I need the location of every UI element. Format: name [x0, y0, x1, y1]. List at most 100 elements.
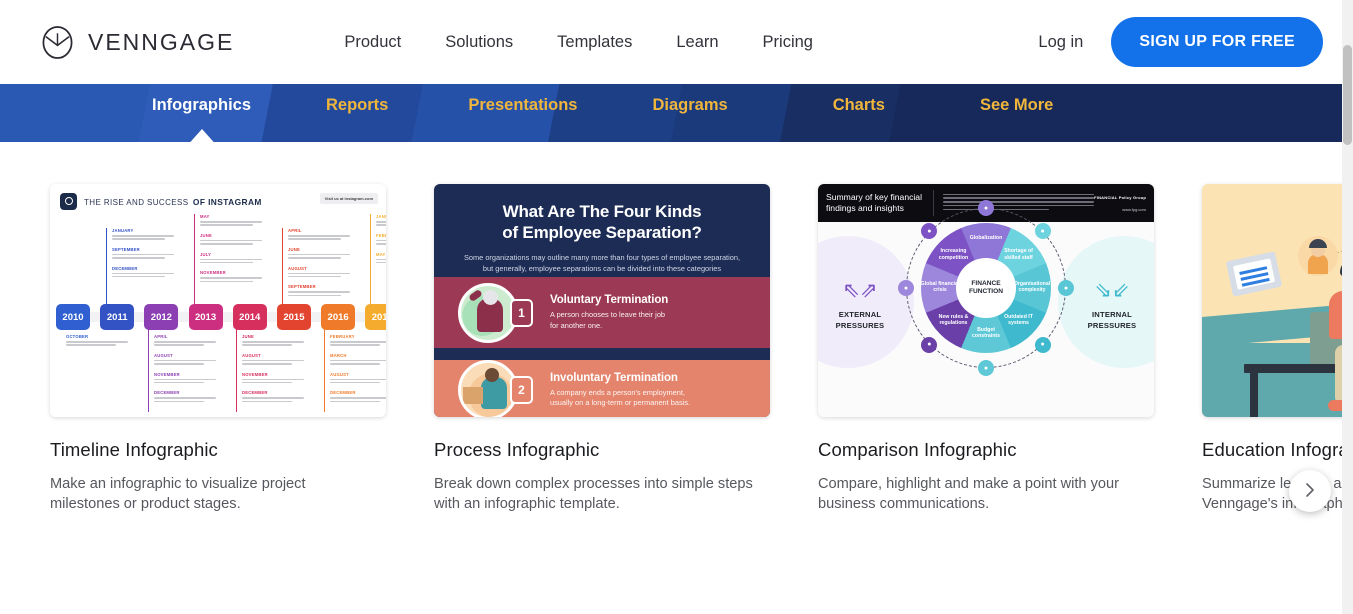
timeline-month-label: MAY — [376, 251, 386, 257]
comparison-logo-url: www.fpg.com — [1122, 206, 1146, 212]
timeline-below-2014: JUNE AUGUST NOVEMBER DECEMBER — [236, 312, 304, 412]
message-envelope-icon — [1225, 251, 1283, 297]
timeline-month-label: DECEMBER — [330, 390, 356, 396]
card-title-process: Process Infographic — [434, 439, 600, 460]
process-step-1-number: 1 — [510, 298, 533, 327]
external-pressures-group: ⇖⇗ EXTERNAL PRESSURES — [818, 279, 906, 331]
category-tab-reports-label: Reports — [326, 96, 389, 114]
template-thumbnail-comparison[interactable]: Summary of key financial findings and in… — [818, 184, 1154, 417]
timeline-month-label: DECEMBER — [242, 390, 268, 396]
expand-arrows-icon: ⇖⇗ — [842, 279, 878, 302]
category-tab-reports[interactable]: Reports — [326, 96, 388, 115]
card-title-comparison: Comparison Infographic — [818, 439, 1017, 460]
category-tab-see-more[interactable]: See More — [980, 96, 1053, 115]
process-title-line2: of Employee Separation? — [502, 223, 702, 242]
comparison-header-text: Summary of key financial findings and in… — [826, 192, 924, 214]
process-step-2: 2 Involuntary Termination A company ends… — [434, 360, 770, 417]
process-subtitle-line1: Some organizations may outline many more… — [463, 253, 741, 262]
wheel-node-icon: ● — [978, 200, 994, 216]
process-step-1-line1: A person chooses to leave their job — [550, 310, 666, 319]
timeline-year-2017: 2017 — [365, 304, 386, 330]
wheel-node-icon: ● — [1034, 336, 1051, 353]
template-card-comparison[interactable]: Summary of key financial findings and in… — [818, 184, 1154, 514]
carousel-next-button[interactable] — [1289, 470, 1331, 512]
avatar-left-icon — [1298, 236, 1338, 276]
page-scrollbar-thumb[interactable] — [1343, 45, 1352, 145]
card-description-timeline: Make an infographic to visualize project… — [50, 476, 306, 512]
template-carousel-section: THE RISE AND SUCCESS OF INSTAGRAM Visit … — [0, 142, 1353, 514]
template-card-timeline[interactable]: THE RISE AND SUCCESS OF INSTAGRAM Visit … — [50, 184, 386, 514]
category-tab-diagrams-label: Diagrams — [652, 96, 728, 114]
page-scrollbar[interactable] — [1342, 0, 1353, 614]
timeline-below-2010: OCTOBER — [66, 334, 128, 353]
nav-item-learn[interactable]: Learn — [676, 33, 718, 52]
template-card-education[interactable]: ! — [1202, 184, 1353, 514]
process-step-1-heading: Voluntary Termination — [550, 294, 669, 306]
timeline-month-label: JANUARY — [112, 228, 134, 233]
timeline-below-2016: FEBRUARY MARCH AUGUST DECEMBER — [324, 312, 386, 412]
template-card-row: THE RISE AND SUCCESS OF INSTAGRAM Visit … — [50, 142, 1353, 514]
category-tab-diagrams[interactable]: Diagrams — [652, 96, 727, 115]
timeline-heading: THE RISE AND SUCCESS OF INSTAGRAM — [60, 192, 262, 210]
timeline-month-label: JUNE — [200, 232, 212, 238]
nav-item-solutions[interactable]: Solutions — [445, 33, 513, 52]
nav-item-pricing[interactable]: Pricing — [763, 33, 813, 52]
external-pressures-label: EXTERNAL PRESSURES — [835, 310, 885, 330]
wheel-segment-label: Increasing competition — [938, 248, 969, 261]
comparison-header-line1: Summary of key financial — [826, 192, 922, 202]
brand-logo[interactable]: VENNGAGE — [40, 25, 234, 60]
signup-button[interactable]: SIGN UP FOR FREE — [1111, 17, 1323, 67]
process-infographic-preview: What Are The Four Kinds of Employee Sepa… — [434, 184, 770, 417]
wheel-segment-label: Shortage of skilled staff — [1004, 248, 1033, 261]
category-tab-charts[interactable]: Charts — [833, 96, 885, 115]
category-tab-charts-label: Charts — [832, 96, 885, 114]
card-description-comparison: Compare, highlight and make a point with… — [818, 476, 1119, 512]
comparison-header-divider — [933, 190, 934, 216]
process-step-2-number: 2 — [510, 376, 533, 404]
timeline-above-2015: APRIL JUNE AUGUST SEPTEMBER — [282, 228, 350, 320]
process-title: What Are The Four Kinds of Employee Sepa… — [434, 184, 770, 243]
wheel-node-icon: ● — [978, 360, 994, 376]
site-header: VENNGAGE Product Solutions Templates Lea… — [0, 0, 1353, 84]
timeline-month-label: MAY — [200, 214, 210, 219]
timeline-month-label: NOVEMBER — [154, 371, 180, 377]
venngage-circle-mark-icon — [40, 25, 75, 60]
timeline-month-label: AUGUST — [288, 265, 307, 271]
category-tab-presentations-label: Presentations — [468, 96, 578, 114]
primary-navigation: Product Solutions Templates Learn Pricin… — [344, 33, 813, 52]
card-title-timeline: Timeline Infographic — [50, 439, 218, 460]
timeline-heading-line1: THE RISE AND SUCCESS — [84, 198, 189, 207]
timeline-above-2017: JANUARY FEBRUARY MAY — [370, 214, 386, 306]
timeline-month-label: AUGUST — [154, 352, 173, 358]
timeline-infographic-preview: THE RISE AND SUCCESS OF INSTAGRAM Visit … — [50, 184, 386, 417]
category-tab-see-more-label: See More — [979, 96, 1054, 114]
process-title-line1: What Are The Four Kinds — [502, 202, 702, 221]
timeline-above-2013: MAY JUNE JULY NOVEMBER — [194, 214, 262, 306]
template-thumbnail-process[interactable]: What Are The Four Kinds of Employee Sepa… — [434, 184, 770, 417]
instagram-icon — [60, 192, 77, 210]
timeline-badge: Visit us at instagram.com — [319, 193, 378, 204]
category-tab-presentations[interactable]: Presentations — [468, 96, 577, 115]
template-thumbnail-timeline[interactable]: THE RISE AND SUCCESS OF INSTAGRAM Visit … — [50, 184, 386, 417]
timeline-month-label: FEBRUARY — [330, 334, 355, 339]
timeline-month-label: FEBRUARY — [376, 232, 386, 238]
collapse-arrows-icon: ⇘⇙ — [1094, 279, 1130, 302]
nav-item-product[interactable]: Product — [344, 33, 401, 52]
comparison-company-logo: FINANCIAL Policy Group www.fpg.com — [1094, 195, 1146, 212]
wheel-segment-label: Global financial crisis — [920, 281, 960, 294]
brand-name: VENNGAGE — [88, 28, 235, 55]
template-card-process[interactable]: What Are The Four Kinds of Employee Sepa… — [434, 184, 770, 514]
timeline-month-label: NOVEMBER — [242, 371, 268, 377]
timeline-month-label: JANUARY — [376, 214, 386, 219]
timeline-above-2011: JANUARY SEPTEMBER DECEMBER — [106, 228, 174, 320]
card-title-education: Education Infographic — [1202, 439, 1353, 460]
category-tab-infographics[interactable]: Infographics — [152, 96, 251, 142]
login-link[interactable]: Log in — [1038, 33, 1083, 52]
chevron-right-icon — [1302, 482, 1318, 501]
timeline-month-label: JUNE — [288, 246, 300, 252]
internal-pressures-label: INTERNAL PRESSURES — [1087, 310, 1137, 330]
wheel-node-icon: ● — [1034, 223, 1051, 240]
nav-item-templates[interactable]: Templates — [557, 33, 632, 52]
template-thumbnail-education[interactable]: ! — [1202, 184, 1353, 417]
internal-pressures-group: ⇘⇙ INTERNAL PRESSURES — [1066, 279, 1154, 331]
